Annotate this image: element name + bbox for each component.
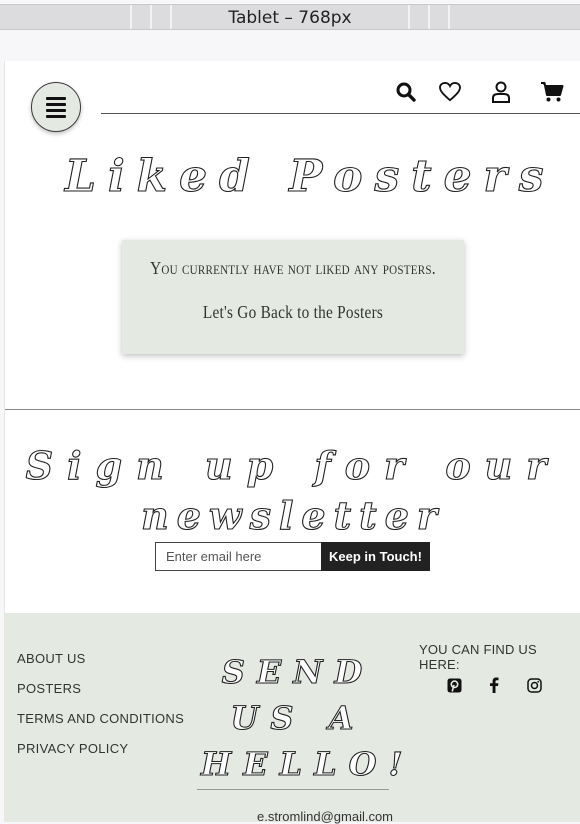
hamburger-icon [46,94,66,121]
newsletter-email-input[interactable] [155,542,330,571]
instagram-icon[interactable] [525,676,543,694]
page-title: Liked Posters [64,150,556,202]
keep-in-touch-button[interactable]: Keep in Touch! [321,542,430,571]
user-icon[interactable] [488,79,514,105]
section-divider [5,409,580,410]
menu-button[interactable] [31,82,81,132]
device-width-label: Tablet – 768px [228,8,352,28]
empty-message: You currently have not liked any posters… [150,258,436,278]
footer-link-posters[interactable]: POSTERS [17,681,184,711]
footer-links: ABOUT US POSTERS TERMS AND CONDITIONS PR… [17,651,184,771]
hello-underline [197,789,389,790]
hello-line2: US A [230,698,366,737]
hello-line3: HELLO! [200,744,415,783]
footer-link-about[interactable]: ABOUT US [17,651,184,681]
send-us-hello-heading: SEND US A HELLO! [200,649,415,787]
cart-icon[interactable] [539,79,565,105]
empty-state-card: You currently have not liked any posters… [122,240,464,354]
page: Liked Posters You currently have not lik… [4,61,580,824]
hello-line1: SEND [221,652,375,691]
pinterest-icon[interactable] [445,676,463,694]
back-to-posters-link[interactable]: Let's Go Back to the Posters [148,302,439,323]
heart-icon[interactable] [437,79,463,105]
header-divider [101,113,580,114]
newsletter-title-line2: newsletter [141,492,445,538]
footer-link-terms[interactable]: TERMS AND CONDITIONS [17,711,184,741]
footer: ABOUT US POSTERS TERMS AND CONDITIONS PR… [5,613,580,824]
search-icon[interactable] [393,79,419,105]
newsletter-title-line1: Sign up for our [25,442,561,488]
facebook-icon[interactable] [485,676,503,694]
find-us-label: YOU CAN FIND US HERE: [419,642,537,672]
footer-link-privacy[interactable]: PRIVACY POLICY [17,741,184,771]
device-width-bar: Tablet – 768px [0,4,580,30]
